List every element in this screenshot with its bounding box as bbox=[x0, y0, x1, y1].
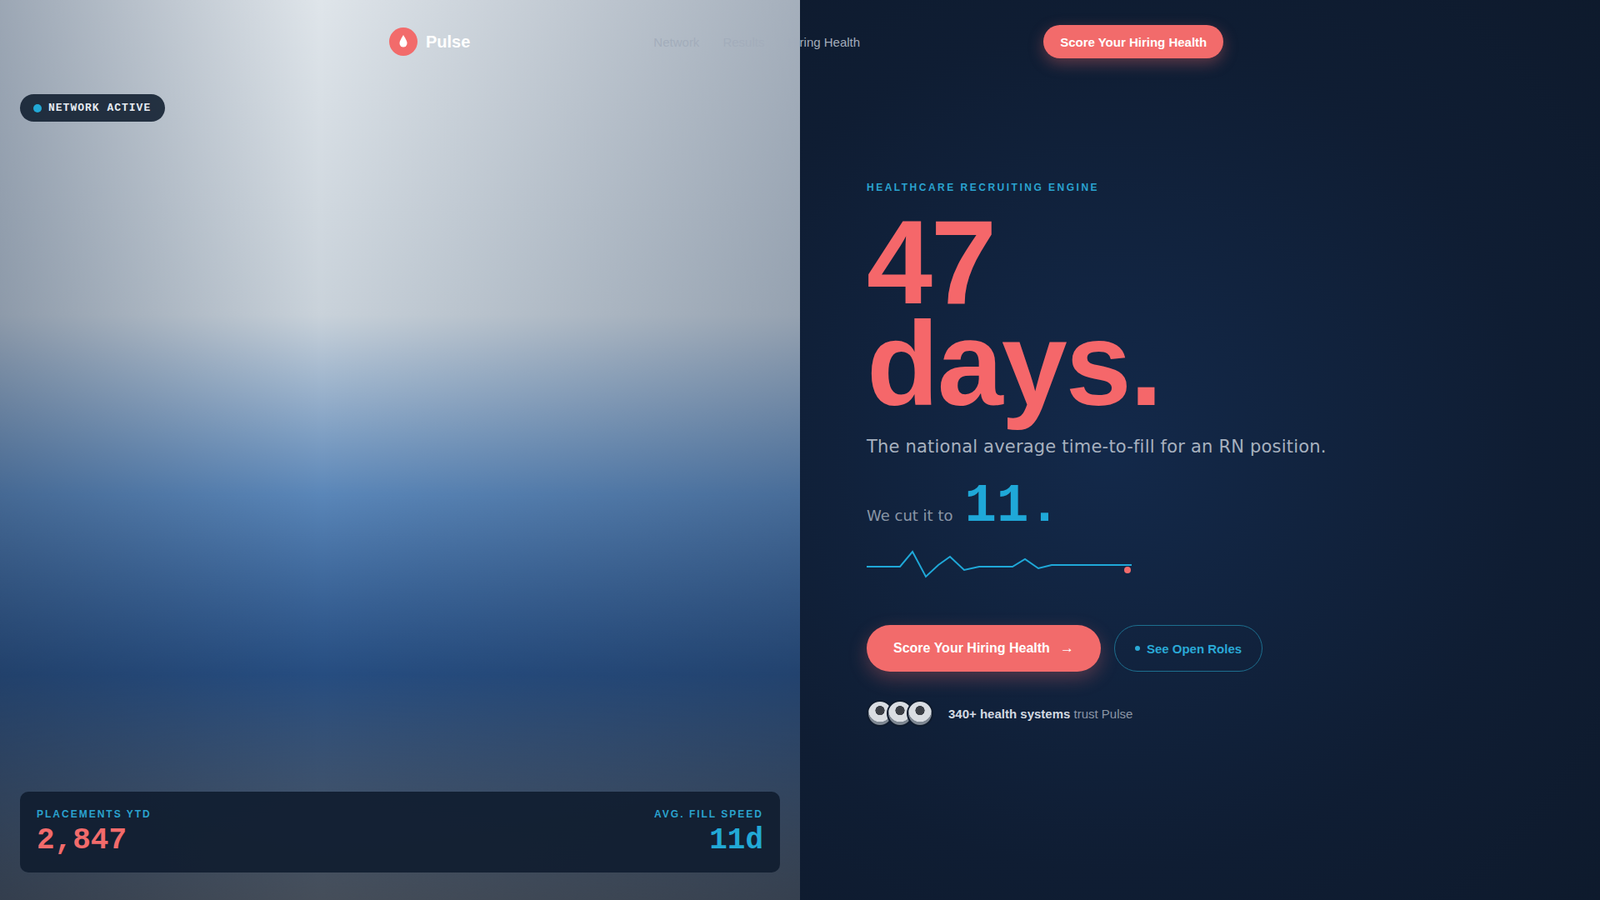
nav-link[interactable]: Hiring Health bbox=[787, 35, 860, 50]
hero-photo: NETWORK ACTIVE PLACEMENTS YTD 2,847 AVG. FI… bbox=[0, 0, 800, 900]
status-badge: NETWORK ACTIVE bbox=[20, 94, 165, 122]
stat: AVG. FILL SPEED 11d bbox=[654, 808, 764, 858]
heartbeat-icon bbox=[866, 548, 1134, 582]
brand-logo[interactable]: Pulse bbox=[389, 27, 470, 56]
comparison: We cut it to 11. bbox=[866, 480, 1600, 534]
trust-text: 340+ health systems trust Pulse bbox=[948, 706, 1133, 721]
avatar bbox=[906, 700, 934, 727]
top-nav: Pulse Network Results Hiring Health Score Yo… bbox=[0, 0, 1600, 59]
headline-number: 47 bbox=[866, 211, 1600, 314]
comparison-value: 11. bbox=[964, 480, 1060, 534]
primary-cta-button[interactable]: Score Your Hiring Health→ bbox=[866, 625, 1101, 672]
stats-card: PLACEMENTS YTD 2,847 AVG. FILL SPEED 11d bbox=[20, 791, 780, 873]
brand-name: Pulse bbox=[425, 32, 470, 52]
trust-row: 340+ health systems trust Pulse bbox=[866, 700, 1600, 727]
arrow-icon: → bbox=[1060, 640, 1075, 657]
headline-unit: days. bbox=[866, 313, 1600, 415]
hero-content: HEALTHCARE RECRUITING ENGINE 47days. The n… bbox=[800, 0, 1600, 900]
eyebrow: HEALTHCARE RECRUITING ENGINE bbox=[866, 181, 1600, 194]
avatar-stack bbox=[866, 700, 934, 727]
nav-link[interactable]: Network bbox=[653, 35, 700, 50]
nav-link[interactable]: Results bbox=[722, 35, 765, 50]
stat: PLACEMENTS YTD 2,847 bbox=[36, 808, 152, 858]
header-cta-button[interactable]: Score Your Hiring Health bbox=[1043, 25, 1224, 59]
comparison-prefix: We cut it to bbox=[866, 506, 953, 525]
stat-value: 11d bbox=[709, 823, 764, 858]
pulse-drop-icon bbox=[389, 27, 418, 56]
status-label: NETWORK ACTIVE bbox=[48, 101, 151, 115]
status-dot bbox=[33, 104, 42, 113]
trust-highlight: 340+ health systems bbox=[948, 706, 1070, 721]
stat-value: 2,847 bbox=[36, 823, 127, 858]
subtitle: The national average time-to-fill for an… bbox=[866, 436, 1600, 457]
nav-links: Network Results Hiring Health bbox=[653, 35, 860, 50]
actions: Score Your Hiring Health→ See Open Roles bbox=[866, 625, 1600, 672]
stat-label: AVG. FILL SPEED bbox=[654, 808, 764, 820]
open-roles-button[interactable]: See Open Roles bbox=[1114, 625, 1263, 672]
landing-page: Pulse Network Results Hiring Health Score Yo… bbox=[0, 0, 1600, 900]
stat-label: PLACEMENTS YTD bbox=[36, 808, 152, 820]
dot-icon bbox=[1135, 645, 1140, 651]
